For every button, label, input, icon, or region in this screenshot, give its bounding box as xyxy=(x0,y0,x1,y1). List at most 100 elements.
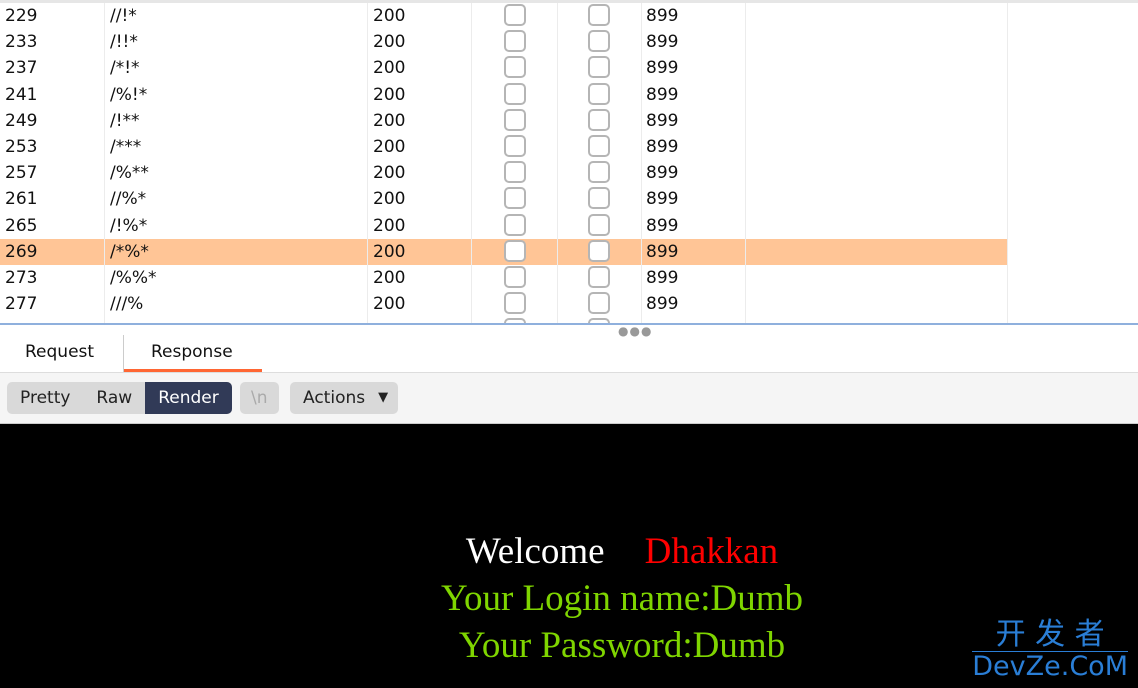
timeout-checkbox[interactable] xyxy=(588,108,610,131)
timeout-checkbox[interactable] xyxy=(588,30,610,53)
error-checkbox[interactable] xyxy=(504,82,526,105)
column-divider xyxy=(471,3,472,324)
cell-length: 899 xyxy=(646,32,679,53)
column-divider xyxy=(641,3,642,324)
cell-length: 899 xyxy=(646,294,679,315)
actions-label: Actions xyxy=(303,388,366,408)
error-checkbox[interactable] xyxy=(504,266,526,288)
error-checkbox[interactable] xyxy=(504,56,526,79)
cell-payload: /!%* xyxy=(110,215,148,236)
error-checkbox[interactable] xyxy=(504,292,526,315)
cell-payload: /*** xyxy=(110,137,142,157)
cell-length: 899 xyxy=(646,6,679,26)
table-row[interactable]: 257 /%** 200 899 xyxy=(0,160,1007,186)
cell-id: 269 xyxy=(5,241,38,262)
cell-length: 899 xyxy=(646,215,679,236)
column-divider xyxy=(745,3,746,324)
tab-request[interactable]: Request xyxy=(25,342,94,362)
welcome-text: Welcome xyxy=(465,531,605,572)
timeout-checkbox[interactable] xyxy=(588,82,610,105)
tab-separator xyxy=(123,335,124,372)
cell-status: 200 xyxy=(373,84,406,105)
pretty-button[interactable]: Pretty xyxy=(7,382,83,414)
cell-id: 273 xyxy=(5,268,38,288)
table-row[interactable]: 229 //!* 200 899 xyxy=(0,3,1007,29)
cell-payload: /%!* xyxy=(110,84,148,105)
table-row[interactable]: 261 //%* 200 899 xyxy=(0,186,1007,212)
cell-payload: /!!* xyxy=(110,32,138,53)
cell-payload: /!** xyxy=(110,110,140,131)
cell-id: 257 xyxy=(5,163,38,184)
raw-button[interactable]: Raw xyxy=(83,382,145,414)
column-divider xyxy=(1007,3,1008,324)
welcome-line: Welcome Dhakkan xyxy=(0,530,1138,573)
results-table[interactable]: 277///% 200 899 273/%%* 200 899 269/*%* 200 899 2… xyxy=(0,0,1138,324)
table-row[interactable]: 241 /%!* 200 899 xyxy=(0,82,1007,108)
cell-status: 200 xyxy=(373,6,406,26)
cell-status: 200 xyxy=(373,58,406,79)
cell-length: 899 xyxy=(646,58,679,79)
cell-payload: ///% xyxy=(110,294,144,315)
cell-id: 229 xyxy=(5,6,38,26)
cell-id: 253 xyxy=(5,137,38,157)
table-row[interactable]: 233 /!!* 200 899 xyxy=(0,29,1007,55)
timeout-checkbox[interactable] xyxy=(588,56,610,79)
timeout-checkbox[interactable] xyxy=(588,213,610,236)
error-checkbox[interactable] xyxy=(504,239,526,262)
watermark-en: DevZe.CoM xyxy=(972,651,1128,682)
table-row[interactable]: 269 /*%* 200 899 xyxy=(0,238,1007,265)
timeout-checkbox[interactable] xyxy=(588,239,610,262)
tab-response[interactable]: Response xyxy=(151,342,233,362)
cell-id: 277 xyxy=(5,294,38,315)
cell-status: 200 xyxy=(373,215,406,236)
cell-status: 200 xyxy=(373,110,406,131)
cell-id: 241 xyxy=(5,84,38,105)
cell-length: 899 xyxy=(646,84,679,105)
timeout-checkbox[interactable] xyxy=(588,161,610,184)
error-checkbox[interactable] xyxy=(504,213,526,236)
watermark-cn: 开 发 者 xyxy=(972,619,1128,652)
table-row[interactable]: 265 /!%* 200 899 xyxy=(0,213,1007,239)
timeout-checkbox[interactable] xyxy=(588,187,610,210)
cell-payload: //%* xyxy=(110,189,147,210)
cell-status: 200 xyxy=(373,137,406,157)
cell-id: 233 xyxy=(5,32,38,53)
cell-payload: /*!* xyxy=(110,58,140,79)
cell-status: 200 xyxy=(373,163,406,184)
chevron-down-icon: ▼ xyxy=(378,390,389,405)
newline-button[interactable]: \n xyxy=(240,382,279,414)
error-checkbox[interactable] xyxy=(504,30,526,53)
error-checkbox[interactable] xyxy=(504,187,526,210)
rendered-response: Welcome Dhakkan Your Login name:Dumb Your… xyxy=(0,424,1138,688)
cell-length: 899 xyxy=(646,163,679,184)
cell-status: 200 xyxy=(373,294,406,315)
cell-id: 261 xyxy=(5,189,38,210)
view-mode-group: Pretty Raw Render xyxy=(7,382,232,414)
cell-payload: /*%* xyxy=(110,241,149,262)
timeout-checkbox[interactable] xyxy=(588,135,610,157)
timeout-checkbox[interactable] xyxy=(588,292,610,315)
error-checkbox[interactable] xyxy=(504,161,526,184)
error-checkbox[interactable] xyxy=(504,4,526,26)
cell-status: 200 xyxy=(373,241,406,262)
table-row[interactable]: 249 /!** 200 899 xyxy=(0,108,1007,134)
error-checkbox[interactable] xyxy=(504,108,526,131)
render-button[interactable]: Render xyxy=(145,382,232,414)
active-tab-indicator xyxy=(124,369,262,372)
password-line: Your Password:Dumb xyxy=(458,625,786,666)
column-divider xyxy=(367,3,368,324)
table-row[interactable]: 277 ///% 200 899 xyxy=(0,291,1007,317)
table-row[interactable]: 237 /*!* 200 899 xyxy=(0,55,1007,81)
cell-id: 265 xyxy=(5,215,38,236)
cell-length: 899 xyxy=(646,137,679,157)
cell-length: 899 xyxy=(646,189,679,210)
cell-payload: //!* xyxy=(110,6,137,26)
error-checkbox[interactable] xyxy=(504,135,526,157)
table-row[interactable]: 273 /%%* 200 899 xyxy=(0,265,1007,291)
newline-label: \n xyxy=(251,388,268,408)
column-divider xyxy=(104,3,105,324)
timeout-checkbox[interactable] xyxy=(588,4,610,26)
timeout-checkbox[interactable] xyxy=(588,266,610,288)
actions-button[interactable]: Actions ▼ xyxy=(290,382,399,414)
table-row[interactable]: 253 /*** 200 899 xyxy=(0,134,1007,160)
